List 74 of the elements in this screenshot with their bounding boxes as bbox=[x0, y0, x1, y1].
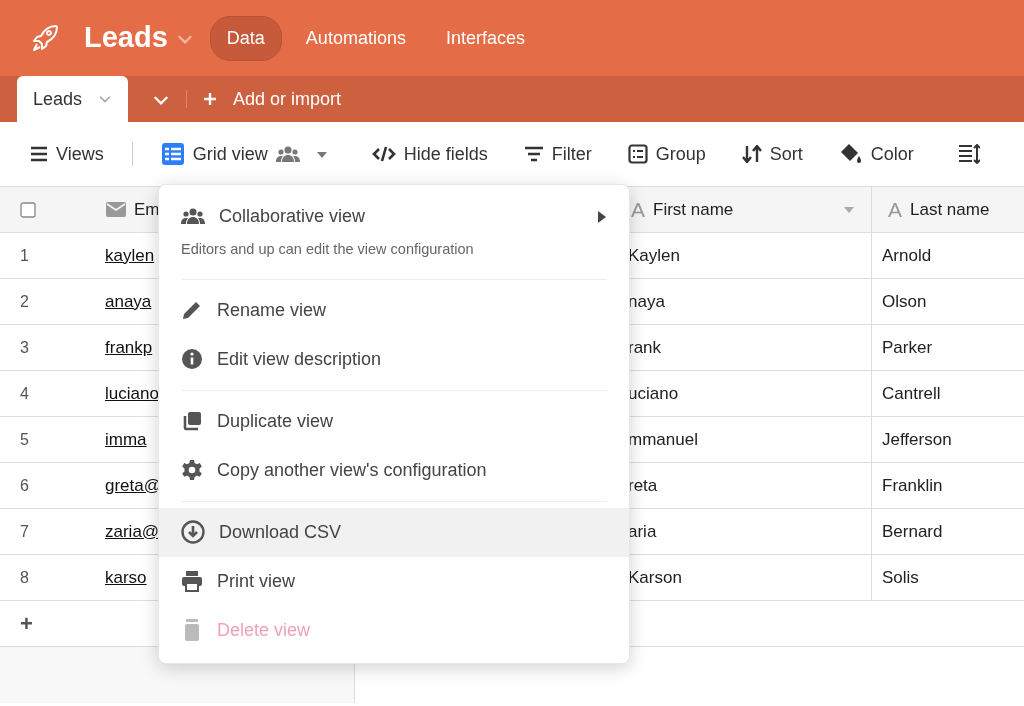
filter-icon bbox=[523, 146, 544, 162]
table-cell-text: Parker bbox=[882, 336, 933, 359]
menu-icon bbox=[30, 146, 48, 162]
table-cell-text: aria bbox=[628, 520, 657, 543]
text-field-glyph: A bbox=[631, 196, 645, 223]
caret-down-icon bbox=[843, 205, 855, 214]
menu-item[interactable]: Print view bbox=[159, 556, 629, 606]
caret-right-icon bbox=[597, 209, 607, 224]
menu-item[interactable]: Rename view bbox=[159, 285, 629, 335]
info-icon bbox=[181, 348, 203, 371]
sort-icon bbox=[741, 145, 762, 163]
nav-tab[interactable]: Data bbox=[209, 15, 282, 61]
email-link[interactable]: greta@ bbox=[105, 472, 161, 499]
rocket-icon bbox=[30, 23, 60, 53]
row-height-icon bbox=[957, 144, 980, 164]
row-number: 3 bbox=[20, 337, 29, 358]
menu-item[interactable]: Download CSV bbox=[159, 507, 629, 557]
gear-icon bbox=[181, 459, 203, 482]
email-link[interactable]: luciano bbox=[105, 380, 159, 407]
list-box-icon bbox=[627, 144, 648, 164]
menu-item[interactable]: Copy another view's configuration bbox=[159, 445, 629, 495]
email-link[interactable]: zaria@ bbox=[105, 518, 160, 545]
column-header: First name bbox=[653, 198, 734, 221]
pencil-icon bbox=[181, 299, 203, 322]
email-link[interactable]: kaylen bbox=[105, 242, 155, 269]
grid-icon bbox=[160, 142, 185, 166]
email-link[interactable]: imma bbox=[105, 426, 147, 453]
email-link[interactable]: karso bbox=[105, 564, 147, 591]
plus-icon bbox=[203, 92, 218, 106]
add-row-button[interactable]: + bbox=[20, 607, 33, 640]
group-button[interactable]: Group bbox=[627, 140, 706, 168]
add-or-import-button[interactable]: Add or import bbox=[203, 85, 342, 113]
table-cell-text: mmanuel bbox=[628, 428, 698, 451]
download-icon bbox=[181, 520, 205, 545]
color-button[interactable]: Color bbox=[838, 140, 914, 168]
hide-button[interactable]: Hide fields bbox=[371, 140, 488, 168]
menu-item[interactable]: Edit view description bbox=[159, 334, 629, 384]
menu-description: Editors and up can edit the view configuration bbox=[180, 240, 475, 259]
view-button[interactable]: Grid view bbox=[160, 140, 328, 168]
table-tab[interactable]: Leads bbox=[17, 76, 129, 122]
row-number: 7 bbox=[20, 521, 29, 542]
row-number: 4 bbox=[20, 383, 29, 404]
text-field-glyph: A bbox=[888, 196, 902, 223]
row-number: 2 bbox=[20, 291, 29, 312]
column-header: Last name bbox=[910, 198, 990, 221]
checkbox-icon bbox=[20, 201, 36, 218]
row-number: 1 bbox=[20, 245, 29, 266]
people-icon bbox=[275, 145, 300, 163]
caret-down-icon bbox=[315, 150, 328, 159]
row-height-button[interactable] bbox=[957, 144, 980, 164]
row-number: 8 bbox=[20, 567, 29, 588]
menu-item[interactable]: Duplicate view bbox=[159, 396, 629, 446]
table-cell-text: Jefferson bbox=[882, 428, 952, 451]
table-cell-text: Bernard bbox=[882, 520, 943, 543]
table-cell-text: Cantrell bbox=[882, 382, 941, 405]
table-cell-text: uciano bbox=[628, 382, 679, 405]
filter-button[interactable]: Filter bbox=[523, 140, 592, 168]
row-number: 5 bbox=[20, 429, 29, 450]
collaborative-view-item[interactable]: Collaborative view bbox=[159, 193, 629, 239]
views-button[interactable]: Views bbox=[30, 140, 104, 168]
code-slash-icon bbox=[371, 146, 396, 162]
email-link[interactable]: anaya bbox=[105, 288, 152, 315]
table-cell-text: Olson bbox=[882, 290, 927, 313]
email-link[interactable]: frankp bbox=[105, 334, 153, 361]
sort-button[interactable]: Sort bbox=[741, 140, 803, 168]
table-cell-text: Arnold bbox=[882, 244, 932, 267]
people-icon bbox=[181, 207, 205, 225]
row-number: 6 bbox=[20, 475, 29, 496]
envelope-icon bbox=[106, 202, 126, 217]
table-cell-text: Franklin bbox=[882, 474, 943, 497]
table-cell-text: Solis bbox=[882, 566, 919, 589]
printer-icon bbox=[181, 570, 203, 593]
duplicate-icon bbox=[181, 410, 203, 433]
column-header: Em bbox=[134, 198, 160, 221]
